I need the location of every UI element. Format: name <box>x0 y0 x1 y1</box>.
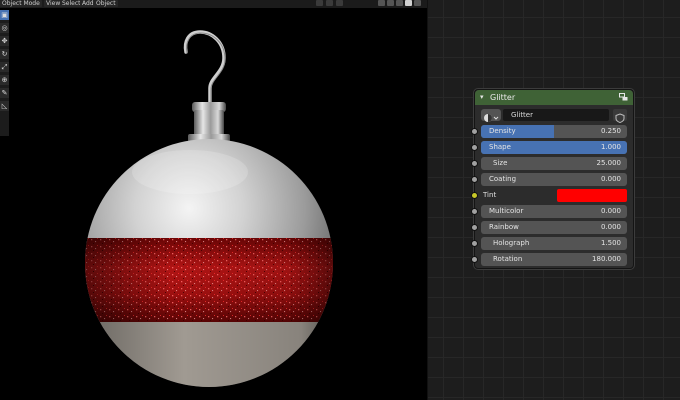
rainbow-value: 0.000 <box>600 223 621 231</box>
multicolor-value: 0.000 <box>600 207 621 215</box>
rotation-value: 180.000 <box>592 255 621 263</box>
fake-user-button[interactable] <box>613 109 627 124</box>
collapse-arrow-icon[interactable]: ▾ <box>480 93 484 102</box>
coating-value: 0.000 <box>600 175 621 183</box>
rainbow-label: Rainbow <box>489 223 519 231</box>
sphere-icon <box>484 114 499 122</box>
tint-color-swatch[interactable] <box>557 189 627 202</box>
multicolor-field[interactable]: Multicolor 0.000 <box>481 205 627 218</box>
multicolor-socket[interactable] <box>471 208 478 215</box>
shape-socket[interactable] <box>471 144 478 151</box>
size-value: 25.000 <box>596 159 622 167</box>
size-label: Size <box>493 159 508 167</box>
rotation-socket[interactable] <box>471 256 478 263</box>
tint-socket[interactable] <box>471 192 478 199</box>
shield-icon <box>615 113 625 124</box>
rainbow-socket[interactable] <box>471 224 478 231</box>
node-group-name-field[interactable]: Glitter <box>503 109 609 121</box>
density-field[interactable]: Density 0.250 <box>481 125 627 138</box>
3d-viewport[interactable]: Object Mode View Select Add Object ▣ ◎ ✥… <box>0 0 427 400</box>
shape-label: Shape <box>489 143 511 151</box>
christmas-ornament-render <box>85 30 333 387</box>
node-group-icon[interactable] <box>619 93 628 101</box>
holograph-label: Holograph <box>493 239 530 247</box>
multicolor-label: Multicolor <box>489 207 524 215</box>
coating-label: Coating <box>489 175 517 183</box>
shape-field[interactable]: Shape 1.000 <box>481 141 627 154</box>
node-header[interactable]: ▾ Glitter <box>475 90 633 105</box>
rotation-label: Rotation <box>493 255 523 263</box>
shader-node-editor[interactable]: ▾ Glitter Glitter Density 0.250 Shape 1.… <box>427 0 680 400</box>
node-group-selector: Glitter <box>481 109 627 124</box>
holograph-value: 1.500 <box>600 239 621 247</box>
size-field[interactable]: Size 25.000 <box>481 157 627 170</box>
shape-value: 1.000 <box>600 143 621 151</box>
holograph-field[interactable]: Holograph 1.500 <box>481 237 627 250</box>
tint-label: Tint <box>483 191 497 199</box>
density-socket[interactable] <box>471 128 478 135</box>
rainbow-field[interactable]: Rainbow 0.000 <box>481 221 627 234</box>
density-value: 0.250 <box>600 127 621 135</box>
node-tree-browse-button[interactable] <box>481 109 501 122</box>
node-title: Glitter <box>490 93 516 102</box>
coating-field[interactable]: Coating 0.000 <box>481 173 627 186</box>
density-label: Density <box>489 127 516 135</box>
size-socket[interactable] <box>471 160 478 167</box>
coating-socket[interactable] <box>471 176 478 183</box>
holograph-socket[interactable] <box>471 240 478 247</box>
glitter-group-node[interactable]: ▾ Glitter Glitter Density 0.250 Shape 1.… <box>471 89 634 269</box>
rotation-field[interactable]: Rotation 180.000 <box>481 253 627 266</box>
